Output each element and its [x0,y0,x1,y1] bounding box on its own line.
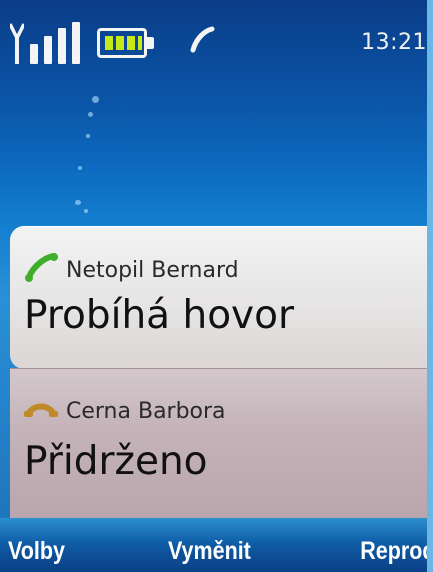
caller-name: Netopil Bernard [66,257,239,283]
clock: 13:21 [361,30,427,55]
softkey-bar: Volby Vyměnit Reprod. [0,518,433,572]
call-card-held[interactable]: Cerna Barbora Přidrženo [10,368,433,519]
swap-softkey[interactable]: Vyměnit [168,537,251,566]
signal-strength-icon [10,22,80,64]
speaker-softkey[interactable]: Reprod. [360,537,433,566]
battery-icon [97,28,159,58]
active-call-icon [190,26,216,54]
caller-name: Cerna Barbora [66,399,226,424]
phone-active-icon [24,253,58,287]
phone-hold-icon [24,400,58,424]
frame-edge [427,0,433,572]
phone-screen: 13:21 Netopil Bernard Probíhá hovor Cern… [0,0,433,572]
options-softkey[interactable]: Volby [8,537,65,566]
status-bar: 13:21 [0,0,433,70]
call-card-active[interactable]: Netopil Bernard Probíhá hovor [10,226,433,369]
call-status: Probíhá hovor [24,293,295,338]
call-status: Přidrženo [24,439,208,484]
